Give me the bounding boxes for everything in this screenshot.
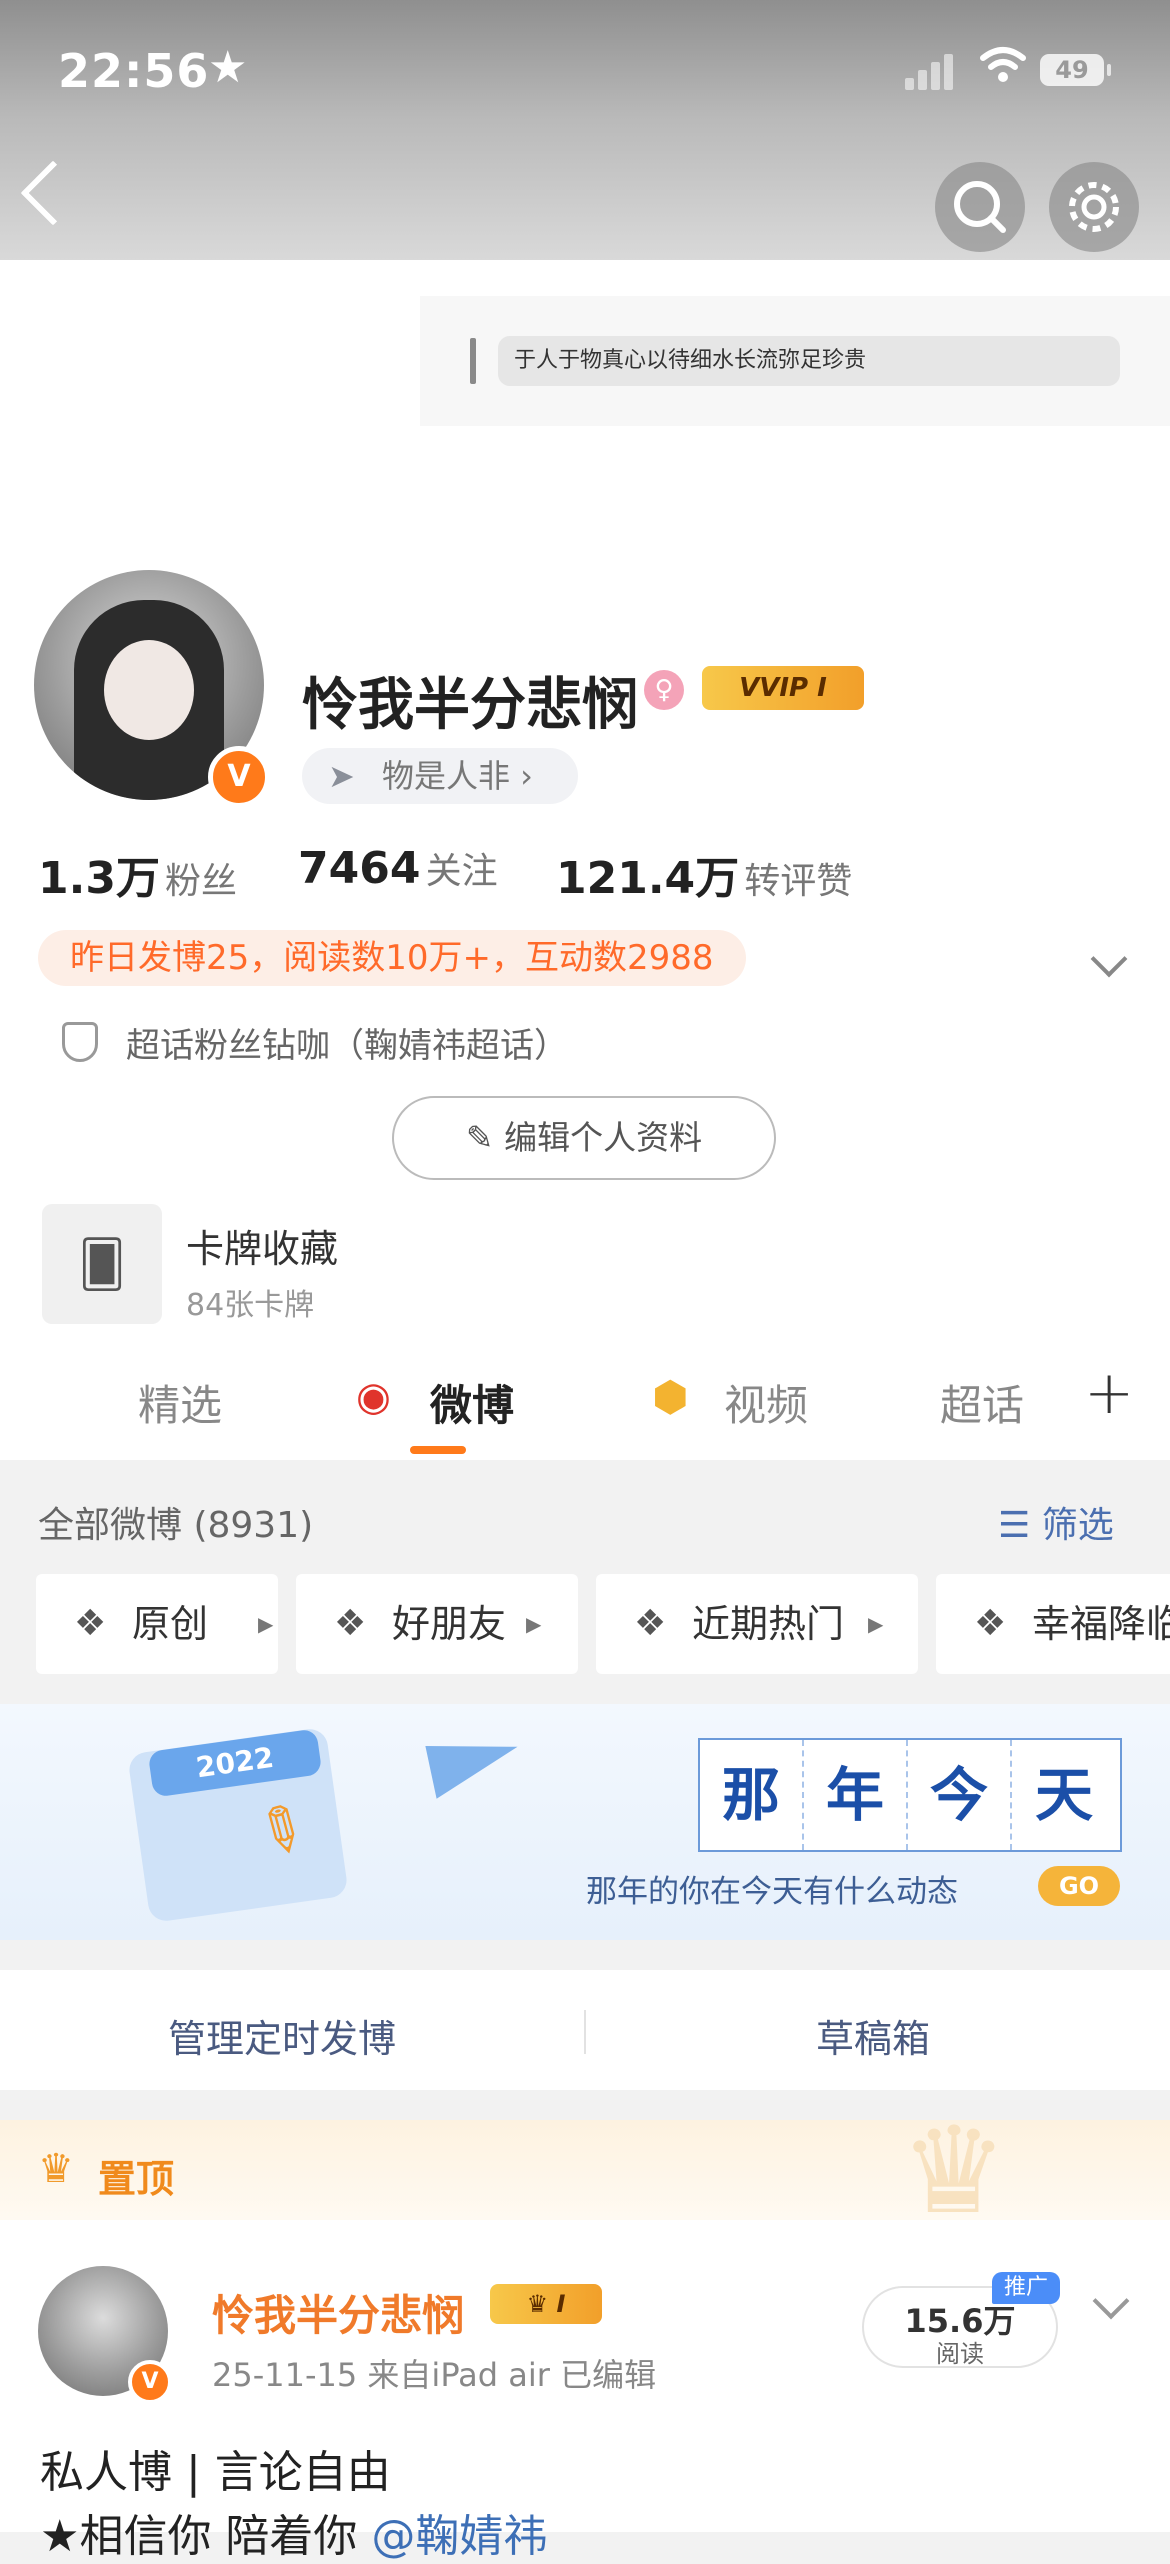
caret-right-icon: ▶ bbox=[526, 1612, 542, 1636]
manage-row: 管理定时发博 草稿箱 bbox=[0, 1970, 1170, 2090]
crown-icon: ♛ bbox=[38, 2146, 74, 2192]
star-icon: ★ bbox=[208, 42, 248, 93]
vvip-badge[interactable]: VVIP I bbox=[702, 666, 864, 710]
super-topic-label[interactable]: 超话粉丝钻咖（鞠婧祎超话） bbox=[126, 1018, 568, 1067]
mood-tag[interactable]: ➤ 物是人非 › bbox=[302, 748, 578, 804]
caret-right-icon: ▶ bbox=[258, 1612, 274, 1636]
wifi-icon bbox=[980, 46, 1026, 94]
verified-badge: V bbox=[128, 2360, 172, 2404]
drafts-button[interactable]: 草稿箱 bbox=[816, 2008, 930, 2063]
on-this-day-subtitle: 那年的你在今天有什么动态 bbox=[586, 1874, 958, 1910]
tab-underline bbox=[410, 1446, 466, 1454]
cover-quote: 于人于物真心以待细水长流弥足珍贵 bbox=[498, 336, 1120, 386]
add-tab-icon[interactable]: + bbox=[1084, 1358, 1134, 1428]
layers-icon: ❖ bbox=[974, 1603, 1007, 1644]
gear-icon bbox=[1069, 182, 1119, 232]
cellular-signal-icon bbox=[905, 50, 957, 90]
username: 怜我半分悲悯 bbox=[302, 673, 638, 738]
caret-right-icon: ▶ bbox=[868, 1612, 884, 1636]
mention-link[interactable]: @鞠婧祎 bbox=[371, 2511, 547, 2562]
verified-badge: V bbox=[208, 746, 270, 808]
vip-badge[interactable]: ♛ I bbox=[490, 2284, 602, 2324]
settings-button[interactable] bbox=[1049, 162, 1139, 252]
all-weibo-count[interactable]: 全部微博 (8931) bbox=[38, 1496, 313, 1548]
chip-friends[interactable]: ❖ 好朋友 ▶ bbox=[296, 1574, 578, 1674]
tab-featured[interactable]: 精选 bbox=[138, 1372, 222, 1433]
stat-following[interactable]: 7464 关注 bbox=[298, 842, 498, 894]
pencil-icon: ✎ bbox=[465, 1118, 505, 1157]
yesterday-summary[interactable]: 昨日发博25，阅读数10万+，互动数2988 bbox=[38, 930, 746, 986]
video-icon: ⬢ bbox=[652, 1372, 689, 1421]
divider bbox=[584, 2010, 586, 2054]
chip-recent-hot[interactable]: ❖ 近期热门 ▶ bbox=[596, 1574, 918, 1674]
weibo-logo-icon: ◉ bbox=[356, 1374, 391, 1420]
stat-followers[interactable]: 1.3万 粉丝 bbox=[38, 842, 237, 906]
status-time: 22:56 bbox=[58, 44, 210, 98]
tab-weibo[interactable]: 微博 bbox=[430, 1372, 514, 1433]
layers-icon: ❖ bbox=[634, 1603, 667, 1644]
stat-interactions[interactable]: 121.4万 转评赞 bbox=[556, 842, 852, 906]
mood-tag-label: 物是人非 › bbox=[382, 757, 533, 795]
card-collection-title[interactable]: 卡牌收藏 bbox=[186, 1218, 338, 1273]
edit-profile-button[interactable]: ✎ 编辑个人资料 bbox=[392, 1096, 776, 1180]
layers-icon: ❖ bbox=[74, 1603, 107, 1644]
tab-super-topic[interactable]: 超话 bbox=[940, 1372, 1024, 1433]
chip-happiness[interactable]: ❖ 幸福降临 bbox=[936, 1574, 1170, 1674]
on-this-day-title: 那 年 今 天 bbox=[698, 1738, 1122, 1852]
crown-watermark-icon: ♛ bbox=[900, 2102, 1008, 2241]
search-icon bbox=[954, 181, 1006, 233]
go-button[interactable]: GO bbox=[1038, 1866, 1120, 1906]
search-button[interactable] bbox=[935, 162, 1025, 252]
chip-original[interactable]: ❖ 原创 ▶ bbox=[36, 1574, 278, 1674]
post-text-line2: ★相信你 陪着你 @鞠婧祎 bbox=[40, 2511, 548, 2562]
layers-icon: ❖ bbox=[334, 1603, 367, 1644]
card-collection-count: 84张卡牌 bbox=[186, 1288, 315, 1323]
quote-bar bbox=[470, 338, 476, 384]
scheduled-posts-button[interactable]: 管理定时发博 bbox=[168, 2008, 396, 2063]
battery-icon: 49 bbox=[1040, 54, 1111, 86]
filter-button[interactable]: ☰ 筛选 bbox=[998, 1496, 1114, 1548]
promote-badge[interactable]: 推广 bbox=[992, 2272, 1060, 2304]
shield-icon bbox=[62, 1022, 98, 1062]
pinned-label: 置顶 bbox=[98, 2157, 175, 2201]
female-icon: ♀ bbox=[644, 670, 684, 710]
paper-plane-icon: ➤ bbox=[328, 757, 355, 795]
post-meta: 25-11-15 来自iPad air 已编辑 bbox=[212, 2356, 657, 2394]
card-collection-icon[interactable]: 🂠 bbox=[42, 1204, 162, 1324]
post-text-line1: 私人博 | 言论自由 bbox=[40, 2447, 391, 2498]
filter-icon: ☰ bbox=[998, 1505, 1042, 1546]
tab-video[interactable]: 视频 bbox=[724, 1372, 808, 1433]
post-author[interactable]: 怜我半分悲悯 bbox=[212, 2282, 464, 2343]
